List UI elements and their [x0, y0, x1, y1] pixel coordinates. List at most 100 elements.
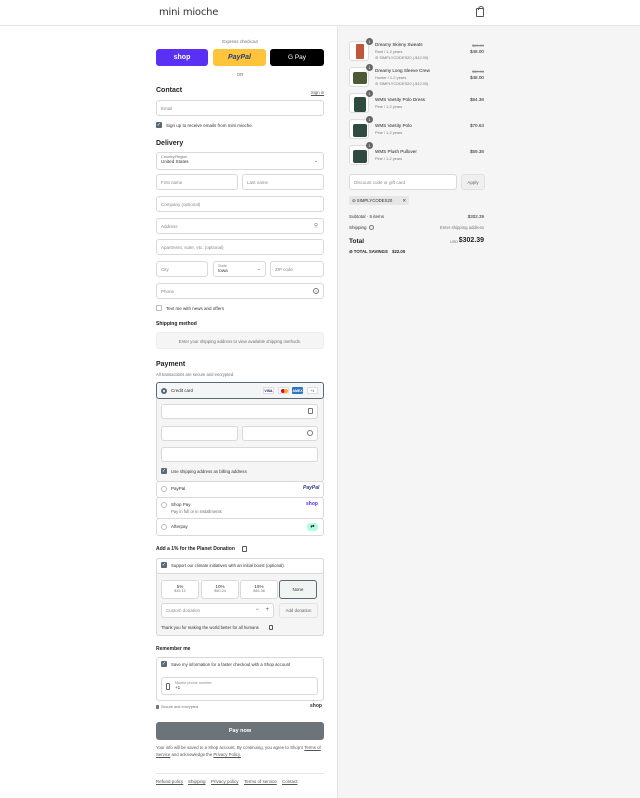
item-variant: Pine / 1-2 years: [375, 104, 403, 109]
shop-pay-option[interactable]: [156, 497, 324, 519]
item-discount-text: SIMPLYCODES20 (-$12.00): [379, 81, 429, 86]
discount-tag-text: SIMPLYCODES20: [356, 198, 393, 203]
item-discount: ⊘ SIMPLYCODES20 (-$12.00): [375, 55, 428, 60]
paypal-button[interactable]: PayPal: [213, 49, 266, 66]
custom-donation-placeholder: Custom donation: [166, 608, 201, 613]
order-summary-pane: [337, 26, 640, 798]
mobile-phone-value: +1: [175, 685, 181, 690]
donation-option-15[interactable]: 15% $45.36: [240, 580, 278, 599]
first-name-placeholder: First name: [161, 179, 183, 185]
afterpay-icon: ⇄: [307, 523, 318, 531]
total-label: Total: [349, 238, 365, 245]
dress-image: [354, 97, 366, 112]
newsletter-checkbox[interactable]: ✓: [156, 122, 162, 128]
secure-label: Secure and encrypted: [161, 705, 199, 709]
save-info-checkbox[interactable]: ✓: [161, 661, 167, 667]
help-icon[interactable]: ?: [313, 288, 319, 294]
footer-contact-link[interactable]: Contact: [282, 779, 298, 784]
donation-support-checkbox[interactable]: ✓: [161, 562, 167, 568]
product-thumbnail: [349, 119, 369, 139]
footer-privacy-link[interactable]: Privacy policy: [211, 779, 239, 784]
shop-pay-button[interactable]: shop: [156, 49, 208, 66]
city-placeholder: City: [161, 266, 169, 272]
shipping-label: Shipping: [349, 225, 367, 230]
add-donation-label: Add donation: [285, 608, 312, 613]
mobile-phone-field[interactable]: Mobile phone number +1: [161, 677, 318, 695]
pay-now-button[interactable]: Pay now: [156, 722, 324, 740]
email-field[interactable]: Email: [156, 100, 324, 116]
plus-icon[interactable]: +: [265, 607, 269, 613]
item-old-price: $60.00: [472, 43, 484, 48]
mastercard-icon: [278, 387, 289, 394]
custom-donation-field[interactable]: Custom donation − +: [161, 603, 274, 618]
product-thumbnail: [349, 41, 369, 61]
close-icon[interactable]: ✕: [402, 196, 406, 205]
donation-option-none[interactable]: None: [279, 580, 317, 599]
help-icon[interactable]: [307, 430, 313, 436]
donation-amt: $15.12: [174, 589, 186, 593]
country-value: United States: [161, 159, 189, 164]
discount-code-field[interactable]: Discount code or gift card: [349, 174, 457, 190]
checkout-page: mini mioche Express checkout shop PayPal…: [0, 0, 640, 798]
city-field[interactable]: City: [156, 261, 208, 277]
donation-amt: $30.24: [214, 589, 226, 593]
product-thumbnail: [349, 67, 369, 87]
globe-icon: [269, 625, 273, 630]
apply-button[interactable]: Apply: [461, 174, 485, 190]
item-discount-text: SIMPLYCODES20 (-$12.00): [379, 55, 429, 60]
donation-option-10[interactable]: 10% $30.24: [201, 580, 239, 599]
security-code-field[interactable]: [242, 426, 318, 441]
state-select[interactable]: State Iowa ⌄: [213, 261, 266, 277]
or-divider: OR: [236, 72, 244, 77]
name-on-card-field[interactable]: [161, 447, 318, 462]
donation-option-5[interactable]: 5% $15.12: [161, 580, 199, 599]
zip-field[interactable]: ZIP code: [270, 261, 324, 277]
quantity-badge: 1: [366, 38, 373, 45]
quantity-badge: 1: [366, 90, 373, 97]
footer-refund-link[interactable]: Refund policy: [156, 779, 183, 784]
store-logo[interactable]: mini mioche: [159, 7, 218, 18]
item-discount: ⊘ SIMPLYCODES20 (-$12.00): [375, 81, 428, 86]
help-icon[interactable]: [369, 225, 374, 230]
total-value: $302.39: [458, 237, 484, 244]
expiry-field[interactable]: [161, 426, 238, 441]
item-name: WMS Varsity Polo: [375, 123, 412, 128]
shop-pay-logo: shop: [306, 501, 318, 507]
country-select[interactable]: Country/Region United States ⌄: [156, 152, 324, 170]
footer-terms-link[interactable]: Terms of service: [244, 779, 277, 784]
zip-placeholder: ZIP code: [275, 266, 293, 272]
privacy-policy-link[interactable]: Privacy Policy.: [213, 752, 241, 757]
product-thumbnail: [349, 145, 369, 165]
phone-field[interactable]: Phone ?: [156, 283, 324, 299]
item-price: $59.38: [469, 149, 484, 154]
last-name-field[interactable]: Last name: [242, 174, 324, 190]
donation-heading: Add a 1% for the Planet Donation: [156, 546, 235, 552]
lock-icon: [156, 705, 159, 709]
phone-placeholder: Phone: [161, 288, 175, 294]
text-me-checkbox[interactable]: [156, 305, 162, 311]
minus-icon[interactable]: −: [255, 607, 259, 613]
shipping-placeholder-text: Enter your shipping address to view avai…: [178, 339, 302, 344]
credit-card-radio[interactable]: [161, 388, 167, 394]
footer-shipping-link[interactable]: Shipping: [188, 779, 206, 784]
visa-icon: VISA: [263, 387, 274, 394]
chevron-down-icon: ⌄: [256, 266, 261, 272]
item-variant: Pine / 1-2 years: [375, 156, 403, 161]
billing-same-checkbox[interactable]: ✓: [161, 468, 167, 474]
credit-card-label: Credit card: [171, 388, 194, 393]
add-donation-button[interactable]: Add donation: [279, 603, 318, 618]
shopping-bag-icon[interactable]: [476, 6, 484, 17]
paypal-radio[interactable]: [161, 486, 167, 492]
card-number-field[interactable]: [161, 404, 318, 419]
afterpay-radio[interactable]: [161, 524, 167, 530]
sign-in-link[interactable]: Sign in: [311, 90, 324, 95]
payment-heading: Payment: [156, 361, 186, 368]
globe-icon: [242, 546, 247, 552]
subtotal-label: Subtotal · 5 items: [349, 214, 385, 219]
apartment-field[interactable]: Apartment, suite, etc. (optional): [156, 239, 324, 255]
google-pay-button[interactable]: G Pay: [270, 49, 324, 66]
first-name-field[interactable]: First name: [156, 174, 238, 190]
company-field[interactable]: Company (optional): [156, 196, 324, 212]
address-field[interactable]: Address ⚲: [156, 218, 324, 234]
shop-pay-radio[interactable]: [161, 502, 167, 508]
